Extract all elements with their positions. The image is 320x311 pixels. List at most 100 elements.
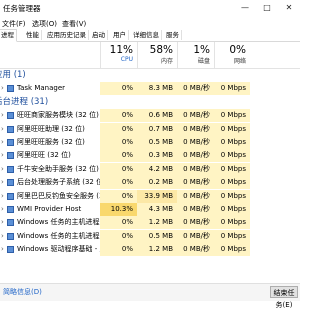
- memory-cell: 0.6 MB: [137, 109, 177, 123]
- expand-chevron-icon[interactable]: ›: [1, 203, 4, 216]
- memory-cell: 0.3 MB: [137, 149, 177, 163]
- disk-cell: 0 MB/秒: [177, 189, 214, 203]
- disk-cell: 0 MB/秒: [177, 149, 214, 163]
- network-cell: 0 Mbps: [214, 216, 250, 230]
- menu-options[interactable]: 选项(O): [32, 18, 57, 30]
- process-name: 阿里旺旺服务 (32 位): [17, 138, 85, 146]
- memory-cell: 0.7 MB: [137, 122, 177, 136]
- process-row[interactable]: › 阿里旺旺 (32 位) 0% 0.3 MB 0 MB/秒 0 Mbps: [0, 149, 300, 163]
- section-header[interactable]: 后台进程 (31): [0, 96, 300, 109]
- disk-column-header[interactable]: 1% 磁盘: [177, 42, 214, 68]
- menu-view[interactable]: 查看(V): [62, 18, 86, 30]
- expand-chevron-icon[interactable]: ›: [1, 109, 4, 122]
- memory-label: 内存: [160, 58, 173, 65]
- section-header[interactable]: 应用 (1): [0, 69, 300, 82]
- tab-startup[interactable]: 启动: [90, 30, 108, 40]
- cpu-cell: 0%: [100, 149, 137, 163]
- expand-chevron-icon[interactable]: ›: [1, 149, 4, 162]
- process-row[interactable]: › 阿里旺旺助理 (32 位) 0% 0.7 MB 0 MB/秒 0 Mbps: [0, 122, 300, 136]
- process-name: 阿里旺旺助理 (32 位): [17, 124, 85, 133]
- network-cell: 0 Mbps: [214, 122, 250, 136]
- process-name: Windows 任务的主机进程: [17, 218, 100, 227]
- process-icon: [7, 192, 14, 200]
- network-cell: 0 Mbps: [214, 243, 250, 257]
- memory-cell: 33.9 MB: [137, 189, 177, 203]
- memory-cell: 1.2 MB: [137, 216, 177, 230]
- window-title: 任务管理器: [3, 4, 41, 13]
- network-total: 0%: [229, 44, 246, 56]
- cpu-cell: 0%: [100, 189, 137, 203]
- cpu-cell: 0%: [100, 136, 137, 149]
- process-icon: [7, 112, 14, 120]
- memory-total: 58%: [149, 44, 173, 56]
- expand-chevron-icon[interactable]: ›: [1, 176, 4, 189]
- disk-cell: 0 MB/秒: [177, 203, 214, 216]
- process-row[interactable]: › Windows 驱动程序基础 - 用户… 0% 1.2 MB 0 MB/秒 0 Mbp…: [0, 243, 300, 257]
- expand-chevron-icon[interactable]: ›: [1, 82, 4, 95]
- cpu-cell: 0%: [100, 122, 137, 136]
- cpu-cell: 0%: [100, 109, 137, 123]
- network-cell: 0 Mbps: [214, 136, 250, 149]
- network-column-header[interactable]: 0% 网络: [214, 42, 250, 68]
- cpu-cell: 0%: [100, 216, 137, 230]
- process-icon: [7, 246, 14, 254]
- disk-cell: 0 MB/秒: [177, 109, 214, 123]
- tab-users[interactable]: 用户: [111, 30, 129, 40]
- end-task-button[interactable]: 结束任务(E): [270, 286, 298, 309]
- disk-cell: 0 MB/秒: [177, 216, 214, 230]
- expand-chevron-icon[interactable]: ›: [1, 243, 4, 256]
- tab-bar: 进程 性能 应用历史记录 启动 用户 详细信息 服务: [0, 29, 300, 42]
- expand-chevron-icon[interactable]: ›: [1, 136, 4, 149]
- network-cell: 0 Mbps: [214, 176, 250, 190]
- memory-column-header[interactable]: 58% 内存: [137, 42, 177, 68]
- process-row[interactable]: › Windows 任务的主机进程 0% 0.5 MB 0 MB/秒 0 Mbps: [0, 229, 300, 243]
- tab-services[interactable]: 服务: [164, 30, 182, 40]
- process-icon: [7, 139, 14, 146]
- process-name: 后台处理服务子系统 (32 位): [17, 178, 106, 187]
- column-header: 11% CPU 58% 内存 1% 磁盘 0% 网络: [0, 42, 300, 69]
- cpu-label: CPU: [120, 56, 133, 63]
- process-icon: [7, 125, 14, 133]
- cpu-column-header[interactable]: 11% CPU: [100, 42, 137, 68]
- network-cell: 0 Mbps: [214, 109, 250, 123]
- memory-cell: 1.2 MB: [137, 243, 177, 257]
- cpu-cell: 10.3%: [100, 203, 137, 216]
- process-row[interactable]: › WMI Provider Host 10.3% 4.3 MB 0 MB/秒 0 Mbp…: [0, 203, 300, 216]
- process-name: WMI Provider Host: [17, 205, 82, 213]
- tab-details[interactable]: 详细信息: [131, 30, 162, 40]
- tab-app-history[interactable]: 应用历史记录: [45, 30, 89, 40]
- title-bar: 任务管理器 — □ ✕: [0, 0, 300, 16]
- disk-cell: 0 MB/秒: [177, 122, 214, 136]
- network-cell: 0 Mbps: [214, 149, 250, 163]
- process-row[interactable]: › 旺旺商家服务模块 (32 位) 0% 0.6 MB 0 MB/秒 0 Mbps: [0, 109, 300, 123]
- expand-chevron-icon[interactable]: ›: [1, 163, 4, 176]
- network-cell: 0 Mbps: [214, 189, 250, 203]
- process-row[interactable]: › 后台处理服务子系统 (32 位) 0% 0.2 MB 0 MB/秒 0 Mbps: [0, 176, 300, 190]
- process-icon: [7, 85, 14, 93]
- memory-cell: 0.2 MB: [137, 176, 177, 190]
- expand-chevron-icon[interactable]: ›: [1, 190, 4, 203]
- process-row[interactable]: › Task Manager 0% 8.3 MB 0 MB/秒 0 Mbps: [0, 82, 300, 96]
- close-button[interactable]: ✕: [278, 0, 300, 16]
- process-row[interactable]: › 千牛安全助手服务 (32 位) 0% 4.2 MB 0 MB/秒 0 Mbps: [0, 162, 300, 176]
- minimize-button[interactable]: —: [234, 0, 256, 16]
- maximize-button[interactable]: □: [256, 0, 278, 16]
- fewer-details-link[interactable]: 简略信息(D): [3, 287, 42, 297]
- disk-label: 磁盘: [197, 58, 210, 65]
- expand-chevron-icon[interactable]: ›: [1, 123, 4, 136]
- tab-performance[interactable]: 性能: [24, 30, 42, 40]
- expand-chevron-icon[interactable]: ›: [1, 216, 4, 229]
- process-row[interactable]: › 阿里巴巴反钓鱼安全服务 (32 位) 0% 33.9 MB 0 MB/秒 0 Mbps: [0, 189, 300, 203]
- expand-chevron-icon[interactable]: ›: [1, 230, 4, 243]
- cpu-cell: 0%: [100, 82, 137, 96]
- process-icon: [7, 206, 14, 213]
- process-row[interactable]: › Windows 任务的主机进程 0% 1.2 MB 0 MB/秒 0 Mbps: [0, 216, 300, 230]
- network-label: 网络: [233, 58, 246, 65]
- cpu-cell: 0%: [100, 229, 137, 243]
- tab-processes[interactable]: 进程: [0, 29, 17, 42]
- process-icon: [7, 152, 14, 160]
- process-icon: [7, 165, 14, 173]
- cpu-cell: 0%: [100, 176, 137, 190]
- section-title: 后台进程 (31): [0, 96, 49, 107]
- process-row[interactable]: › 阿里旺旺服务 (32 位) 0% 0.5 MB 0 MB/秒 0 Mbps: [0, 136, 300, 149]
